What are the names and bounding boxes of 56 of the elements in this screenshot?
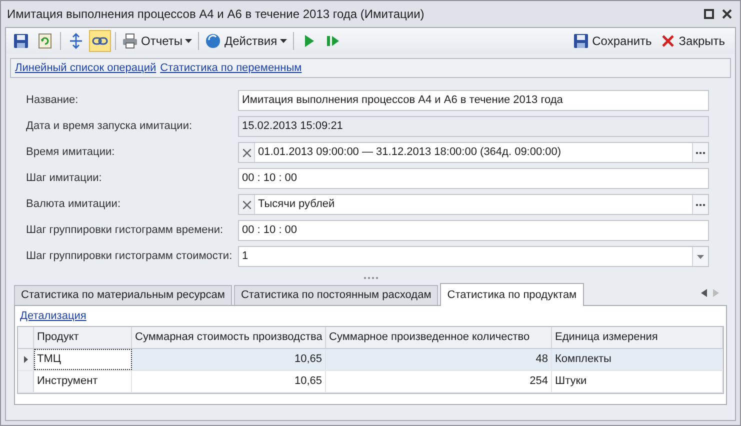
- field-label: Шаг группировки гистограмм времени:: [26, 223, 224, 238]
- close-icon[interactable]: [722, 9, 732, 19]
- clear-icon[interactable]: [242, 148, 250, 156]
- input-field[interactable]: 00 : 10 : 00: [238, 220, 709, 241]
- column-header[interactable]: Единица измерения: [552, 327, 723, 348]
- field-label: Время имитации:: [26, 145, 116, 160]
- toolbar-button[interactable]: Закрыть: [660, 30, 725, 52]
- step-play-icon: [325, 33, 342, 49]
- refresh-icon: [37, 33, 53, 49]
- table-cell: 10,65: [132, 371, 326, 392]
- readonly-field: 15.02.2013 15:09:21: [238, 116, 709, 137]
- save-icon: [573, 33, 590, 49]
- column-header[interactable]: Суммарное произведенное количество: [326, 327, 552, 348]
- save-icon: [13, 33, 29, 49]
- input-field[interactable]: Тысячи рублей: [238, 194, 709, 215]
- clear-icon[interactable]: [242, 200, 250, 208]
- caret-icon: [280, 39, 288, 43]
- tab[interactable]: Статистика по постоянным расходам: [234, 285, 438, 305]
- table-cell: 48: [326, 349, 552, 370]
- tab[interactable]: Статистика по продуктам: [440, 283, 584, 306]
- table-cell: 10,65: [132, 349, 326, 370]
- field-label: Название:: [26, 93, 80, 108]
- field-label: Шаг группировки гистограмм стоимости:: [26, 249, 234, 264]
- expand-arrows-icon: [68, 33, 84, 49]
- field-label: Дата и время запуска имитации:: [26, 119, 194, 134]
- input-field[interactable]: 1: [238, 246, 709, 267]
- column-header[interactable]: Продукт: [34, 327, 132, 348]
- nav-link[interactable]: Статистика по переменным: [160, 60, 302, 76]
- table-cell: ТМЦ: [34, 349, 132, 370]
- close-icon: [660, 33, 676, 49]
- column-header[interactable]: Суммарная стоимость производства: [132, 327, 326, 348]
- toolbar-button[interactable]: [89, 30, 111, 52]
- toolbar-button[interactable]: Сохранить: [573, 30, 652, 52]
- field-label: Валюта имитации:: [26, 197, 122, 212]
- tab[interactable]: Статистика по материальным ресурсам: [14, 285, 232, 305]
- scroll-left-icon[interactable]: [701, 289, 707, 297]
- globe-icon: [205, 33, 222, 49]
- toolbar-menu-button[interactable]: Отчеты: [120, 30, 194, 52]
- caret-icon: [185, 39, 192, 43]
- window-title: Имитация выполнения процессов А4 и А6 в течение 2013 года (Имитации): [7, 6, 424, 23]
- row-indicator-icon: [24, 356, 28, 363]
- input-field[interactable]: Имитация выполнения процессов А4 и А6 в течение 2013 года: [238, 90, 709, 111]
- restore-icon[interactable]: [704, 9, 714, 19]
- dropdown-arrow-icon[interactable]: [696, 254, 705, 258]
- detail-link[interactable]: Детализация: [20, 308, 86, 324]
- input-field[interactable]: 01.01.2013 09:00:00 — 31.12.2013 18:00:00 (364д. 09:00:00): [238, 142, 709, 163]
- table-cell: Комплекты: [552, 349, 723, 370]
- toolbar-menu-button[interactable]: Действия: [203, 30, 290, 52]
- ellipsis-icon[interactable]: [696, 202, 705, 206]
- printer-icon: [122, 33, 138, 49]
- ellipsis-icon[interactable]: [696, 150, 705, 154]
- table-row[interactable]: ТМЦ 10,65 48 Комплекты: [18, 349, 723, 371]
- table-row[interactable]: Инструмент 10,65 254 Штуки: [18, 371, 723, 393]
- field-label: Шаг имитации:: [26, 171, 103, 186]
- nav-link[interactable]: Линейный список операций: [15, 60, 156, 76]
- input-field[interactable]: 00 : 10 : 00: [238, 168, 709, 189]
